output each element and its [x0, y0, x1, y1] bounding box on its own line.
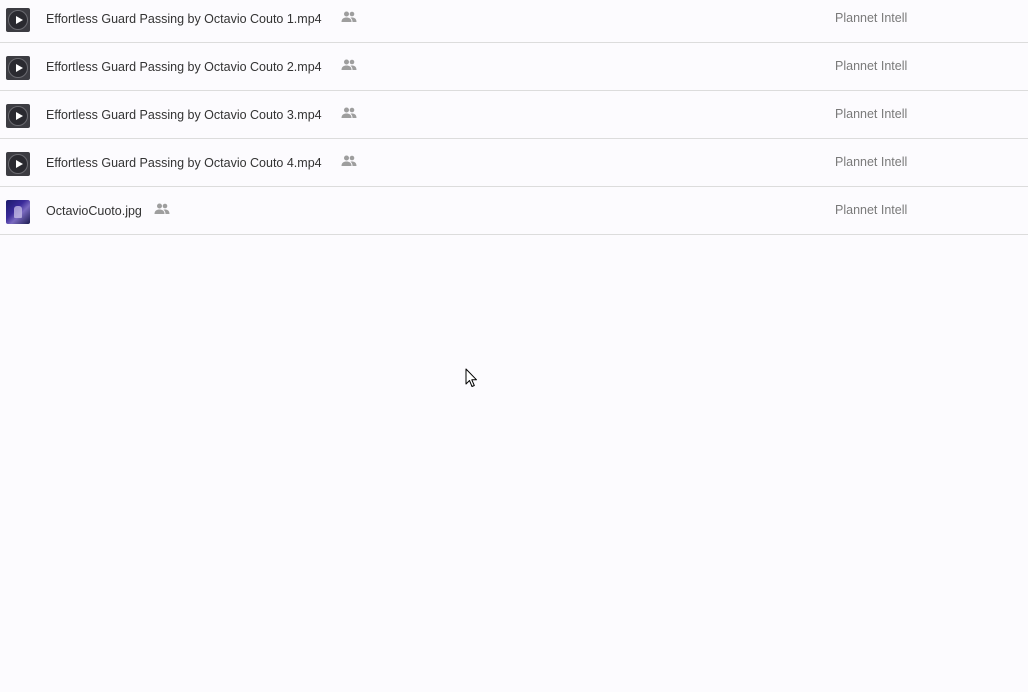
- file-row[interactable]: Effortless Guard Passing by Octavio Cout…: [0, 91, 1028, 139]
- image-figure: [14, 206, 22, 218]
- file-name[interactable]: Effortless Guard Passing by Octavio Cout…: [46, 12, 322, 26]
- video-thumbnail: [6, 56, 30, 80]
- play-icon: [8, 10, 28, 30]
- mouse-cursor-icon: [465, 368, 477, 387]
- play-icon: [8, 106, 28, 126]
- owner-name: Plannet Intell: [835, 107, 908, 121]
- file-name[interactable]: Effortless Guard Passing by Octavio Cout…: [46, 60, 322, 74]
- file-row[interactable]: Effortless Guard Passing by Octavio Cout…: [0, 139, 1028, 187]
- owner-name: Plannet Intell: [835, 155, 908, 169]
- people-icon: [341, 59, 357, 70]
- owner-name: Plannet Intell: [835, 11, 908, 25]
- file-list: Effortless Guard Passing by Octavio Cout…: [0, 0, 1028, 235]
- image-thumbnail: [6, 200, 30, 224]
- file-row[interactable]: Effortless Guard Passing by Octavio Cout…: [0, 0, 1028, 43]
- people-icon: [341, 11, 357, 22]
- video-thumbnail: [6, 8, 30, 32]
- video-thumbnail: [6, 152, 30, 176]
- people-icon: [341, 155, 357, 166]
- people-icon: [154, 203, 170, 214]
- people-icon: [341, 107, 357, 118]
- file-name[interactable]: Effortless Guard Passing by Octavio Cout…: [46, 108, 322, 122]
- file-row[interactable]: Effortless Guard Passing by Octavio Cout…: [0, 43, 1028, 91]
- file-name[interactable]: OctavioCuoto.jpg: [46, 204, 142, 218]
- owner-name: Plannet Intell: [835, 203, 908, 217]
- file-name[interactable]: Effortless Guard Passing by Octavio Cout…: [46, 156, 322, 170]
- play-icon: [8, 58, 28, 78]
- video-thumbnail: [6, 104, 30, 128]
- file-row[interactable]: OctavioCuoto.jpg Plannet Intell: [0, 187, 1028, 235]
- play-icon: [8, 154, 28, 174]
- owner-name: Plannet Intell: [835, 59, 908, 73]
